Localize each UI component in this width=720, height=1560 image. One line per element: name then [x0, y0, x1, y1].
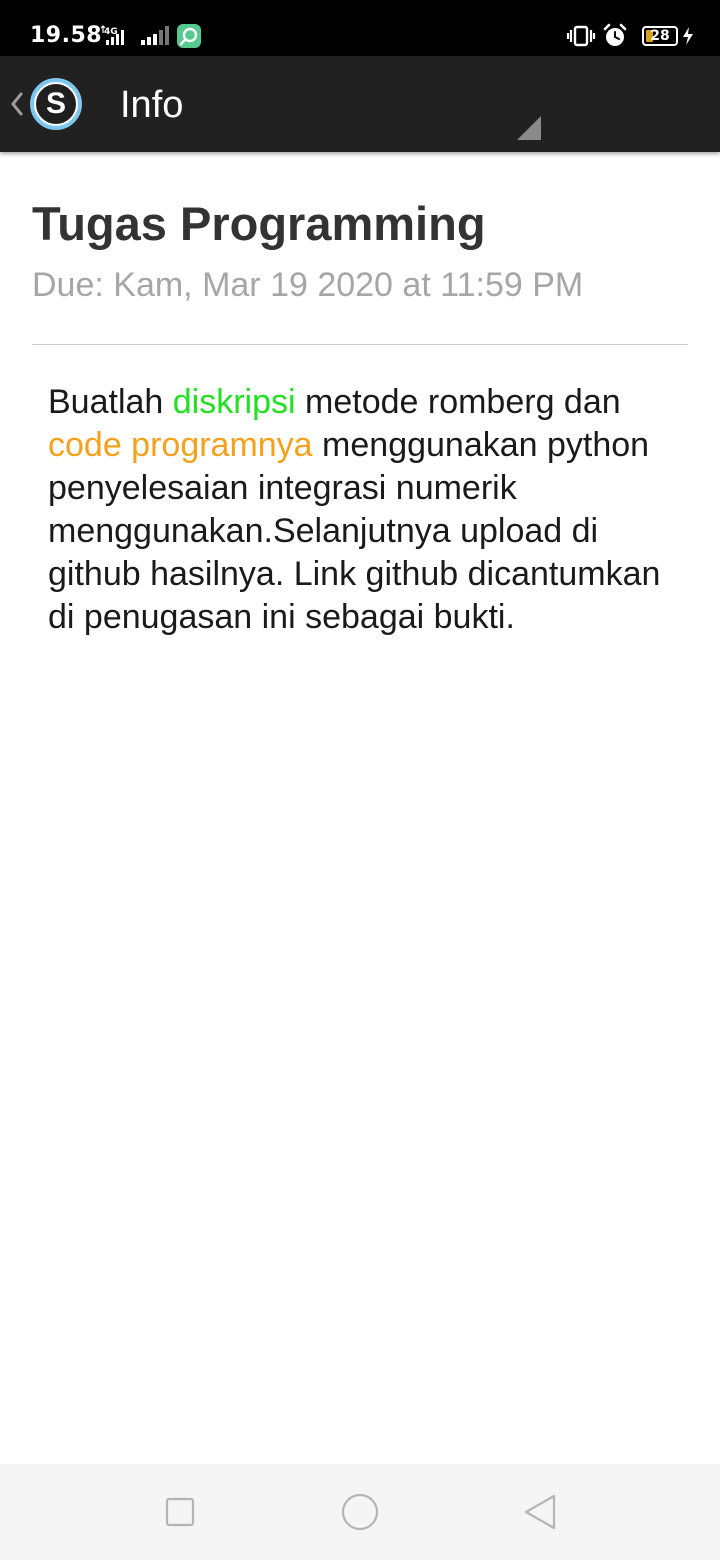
charging-icon — [682, 26, 694, 46]
battery-level: 28 — [650, 28, 670, 44]
app-bar: S Info — [0, 56, 720, 152]
status-icons-left: 4G — [100, 22, 208, 50]
description-text: Buatlah — [48, 383, 173, 421]
recent-apps-icon[interactable] — [158, 1490, 202, 1534]
signal-icon — [140, 25, 170, 47]
page-title: Info — [120, 84, 184, 126]
alarm-icon — [602, 23, 628, 49]
assignment-title: Tugas Programming — [32, 197, 486, 250]
highlight-green-text: diskripsi — [172, 383, 296, 421]
highlight-orange-text: code programnya — [48, 426, 313, 464]
system-nav-bar — [0, 1464, 720, 1560]
overflow-triangle-icon[interactable] — [517, 116, 541, 140]
assignment-content: Tugas Programming Due: Kam, Mar 19 2020 … — [32, 152, 688, 639]
back-icon[interactable] — [518, 1490, 562, 1534]
app-logo-letter: S — [36, 84, 76, 124]
home-icon[interactable] — [338, 1490, 382, 1534]
description-text: metode romberg dan — [295, 383, 621, 421]
app-logo[interactable]: S — [30, 78, 82, 130]
divider — [32, 344, 688, 345]
battery-icon: 28 — [642, 26, 678, 46]
network-4g-icon: 4G — [100, 25, 134, 47]
svg-text:4G: 4G — [104, 27, 118, 37]
due-date: Due: Kam, Mar 19 2020 at 11:59 PM — [32, 266, 584, 304]
back-chevron-icon[interactable] — [6, 86, 26, 122]
status-time: 19.58 — [30, 23, 103, 48]
app-notification-icon — [176, 23, 202, 49]
vibrate-icon — [566, 24, 596, 48]
status-bar: 19.58 4G 28 — [0, 0, 720, 56]
assignment-description: Buatlah diskripsi metode romberg dan cod… — [32, 381, 678, 639]
status-icons-right: 28 — [566, 22, 694, 50]
